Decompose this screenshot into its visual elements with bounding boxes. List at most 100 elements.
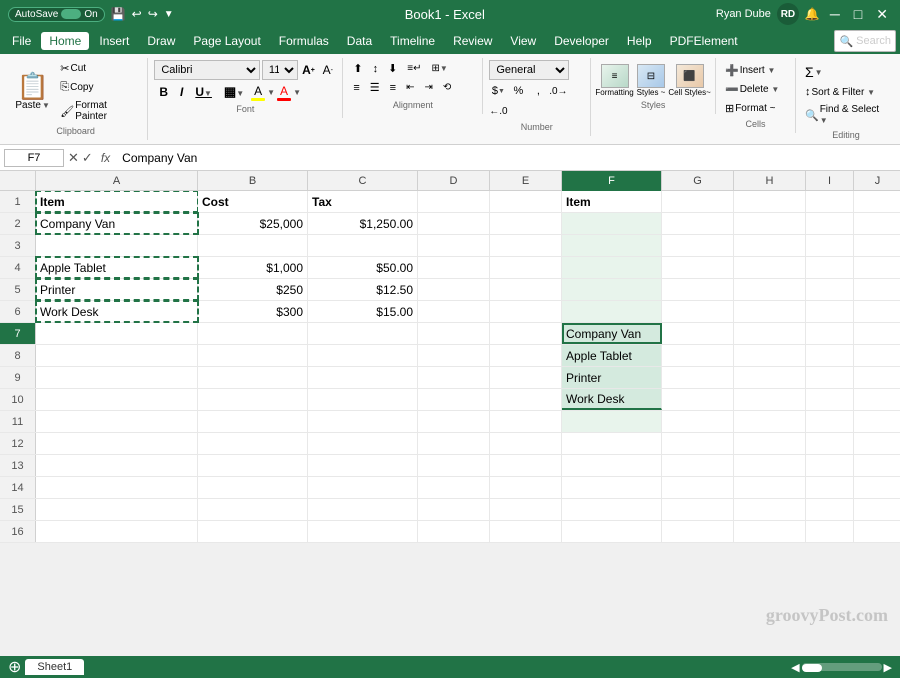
row-num-10[interactable]: 10 [0, 389, 36, 410]
cell-f16[interactable] [562, 521, 662, 542]
cell-g3[interactable] [662, 235, 734, 256]
cell-f10[interactable]: Work Desk [562, 389, 662, 410]
cell-h10[interactable] [734, 389, 806, 410]
cell-h1[interactable] [734, 191, 806, 212]
cell-b14[interactable] [198, 477, 308, 498]
cell-b4[interactable]: $1,000 [198, 257, 308, 278]
cell-g12[interactable] [662, 433, 734, 454]
row-num-9[interactable]: 9 [0, 367, 36, 388]
cell-e15[interactable] [490, 499, 562, 520]
add-sheet-button[interactable]: ⊕ [8, 657, 21, 677]
cell-reference-input[interactable] [4, 149, 64, 167]
formula-input[interactable] [118, 150, 896, 166]
cell-i15[interactable] [806, 499, 854, 520]
cell-i5[interactable] [806, 279, 854, 300]
cell-h11[interactable] [734, 411, 806, 432]
cell-j14[interactable] [854, 477, 900, 498]
search-box[interactable]: 🔍 Search [834, 30, 896, 52]
col-header-h[interactable]: H [734, 171, 806, 191]
conditional-formatting-button[interactable]: ≡ Formatting [595, 64, 633, 98]
undo-icon[interactable]: ↩ [132, 7, 142, 21]
cell-styles-button[interactable]: ⬛ Cell Styles~ [668, 64, 710, 98]
menu-developer[interactable]: Developer [546, 32, 617, 50]
cell-b16[interactable] [198, 521, 308, 542]
wrap-text-button[interactable]: ≡↵ [403, 61, 425, 76]
menu-draw[interactable]: Draw [139, 32, 183, 50]
cell-c6[interactable]: $15.00 [308, 301, 418, 322]
format-as-table-button[interactable]: ⊟ Styles ~ [637, 64, 666, 98]
row-num-7[interactable]: 7 [0, 323, 36, 344]
cell-c7[interactable] [308, 323, 418, 344]
cell-j2[interactable] [854, 213, 900, 234]
cell-c15[interactable] [308, 499, 418, 520]
cell-d14[interactable] [418, 477, 490, 498]
cell-a7[interactable] [36, 323, 198, 344]
cell-h15[interactable] [734, 499, 806, 520]
cell-j9[interactable] [854, 367, 900, 388]
cell-d8[interactable] [418, 345, 490, 366]
number-format-select[interactable]: General [489, 60, 569, 80]
menu-file[interactable]: File [4, 32, 39, 50]
cell-g1[interactable] [662, 191, 734, 212]
col-header-d[interactable]: D [418, 171, 490, 191]
cell-h5[interactable] [734, 279, 806, 300]
cell-i6[interactable] [806, 301, 854, 322]
cell-e3[interactable] [490, 235, 562, 256]
row-num-1[interactable]: 1 [0, 191, 36, 212]
cell-d3[interactable] [418, 235, 490, 256]
cell-d6[interactable] [418, 301, 490, 322]
ribbon-options-icon[interactable]: 🔔 [805, 7, 820, 21]
cell-b12[interactable] [198, 433, 308, 454]
font-name-select[interactable]: Calibri [154, 60, 260, 80]
cell-i14[interactable] [806, 477, 854, 498]
percent-button[interactable]: % [509, 82, 527, 100]
col-header-f[interactable]: F [562, 171, 662, 191]
cell-i3[interactable] [806, 235, 854, 256]
cell-f11[interactable] [562, 411, 662, 432]
decrease-decimal-button[interactable]: ←.0 [489, 102, 507, 120]
cell-j8[interactable] [854, 345, 900, 366]
horizontal-scroll[interactable]: ◀ ▶ [791, 661, 892, 674]
cell-a1[interactable]: Item [36, 191, 198, 212]
cell-i4[interactable] [806, 257, 854, 278]
font-color-button[interactable]: A [277, 84, 291, 101]
cell-f6[interactable] [562, 301, 662, 322]
cell-a8[interactable] [36, 345, 198, 366]
cell-j3[interactable] [854, 235, 900, 256]
fill-color-arrow[interactable]: ▼ [267, 88, 275, 97]
cell-e11[interactable] [490, 411, 562, 432]
cell-g5[interactable] [662, 279, 734, 300]
cell-f2[interactable] [562, 213, 662, 234]
col-header-j[interactable]: J [854, 171, 900, 191]
align-bottom-button[interactable]: ⬇ [384, 60, 401, 77]
cell-d4[interactable] [418, 257, 490, 278]
paste-button[interactable]: 📋 Paste ▼ [10, 60, 55, 124]
cell-c12[interactable] [308, 433, 418, 454]
col-header-e[interactable]: E [490, 171, 562, 191]
cell-g16[interactable] [662, 521, 734, 542]
cell-i13[interactable] [806, 455, 854, 476]
align-center-button[interactable]: ☰ [366, 79, 384, 96]
cell-j11[interactable] [854, 411, 900, 432]
font-size-select[interactable]: 11 [262, 60, 298, 80]
cell-c3[interactable] [308, 235, 418, 256]
cell-e16[interactable] [490, 521, 562, 542]
cell-i9[interactable] [806, 367, 854, 388]
cell-g11[interactable] [662, 411, 734, 432]
cell-c11[interactable] [308, 411, 418, 432]
cell-i1[interactable] [806, 191, 854, 212]
cell-f14[interactable] [562, 477, 662, 498]
minimize-button[interactable]: ─ [826, 6, 844, 22]
format-painter-button[interactable]: 🖌 Format Painter [57, 98, 141, 124]
find-select-button[interactable]: 🔍 Find & Select ▼ [802, 102, 890, 128]
cell-g8[interactable] [662, 345, 734, 366]
cell-c14[interactable] [308, 477, 418, 498]
cell-g9[interactable] [662, 367, 734, 388]
cell-d12[interactable] [418, 433, 490, 454]
cell-d2[interactable] [418, 213, 490, 234]
menu-view[interactable]: View [502, 32, 544, 50]
close-button[interactable]: ✕ [872, 6, 892, 23]
cell-g14[interactable] [662, 477, 734, 498]
cell-b7[interactable] [198, 323, 308, 344]
menu-data[interactable]: Data [339, 32, 380, 50]
